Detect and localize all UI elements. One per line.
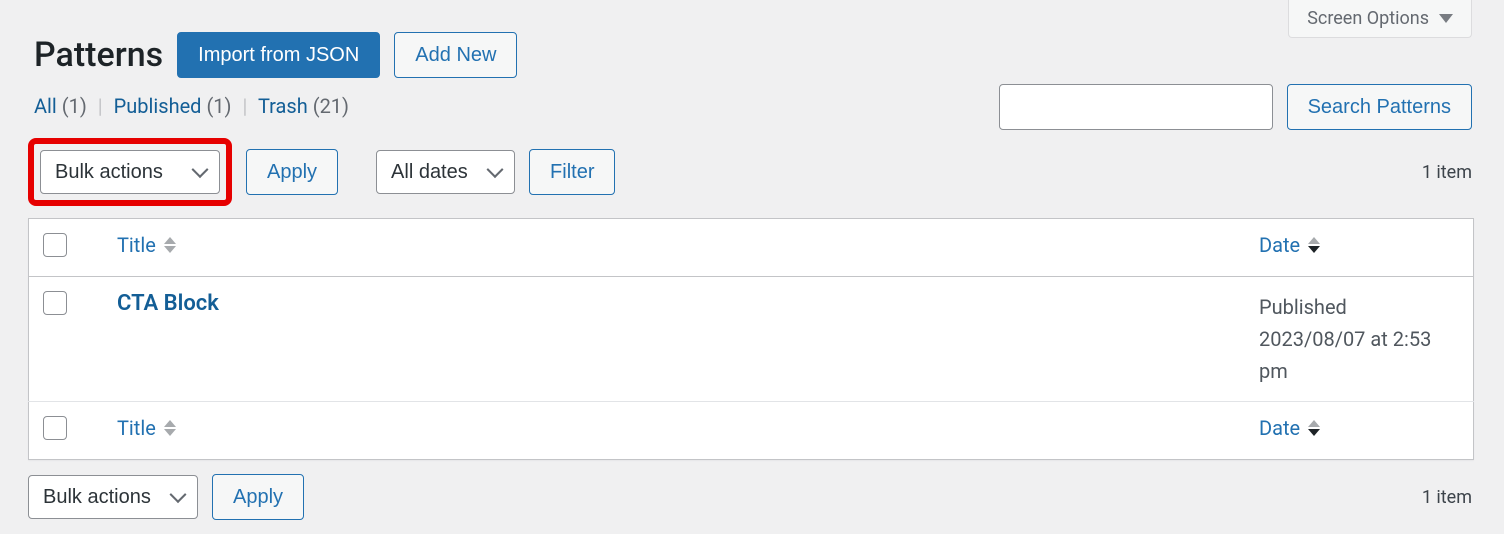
patterns-table: Title Date xyxy=(28,218,1474,460)
row-date-cell: Published 2023/08/07 at 2:53 pm xyxy=(1245,277,1474,402)
screen-options-label: Screen Options xyxy=(1307,8,1429,29)
row-date: 2023/08/07 at 2:53 pm xyxy=(1259,327,1431,383)
sort-icon xyxy=(1308,237,1320,253)
tablenav-bottom: Bulk actions Apply 1 item xyxy=(0,460,1504,534)
column-date-sort[interactable]: Date xyxy=(1259,233,1320,257)
page-title: Patterns xyxy=(34,35,163,75)
filter-trash-count: (21) xyxy=(313,94,349,118)
search-input[interactable] xyxy=(999,84,1273,130)
sort-icon xyxy=(164,420,176,436)
screen-options-button[interactable]: Screen Options xyxy=(1288,0,1472,38)
sort-icon xyxy=(1308,420,1320,436)
sort-icon xyxy=(164,237,176,253)
row-status: Published xyxy=(1259,295,1347,319)
date-filter-select[interactable]: All dates xyxy=(376,150,515,194)
search-button[interactable]: Search Patterns xyxy=(1287,84,1472,130)
filter-trash-link[interactable]: Trash xyxy=(258,94,308,118)
bulk-actions-highlight: Bulk actions xyxy=(28,138,232,206)
item-count-bottom: 1 item xyxy=(1422,487,1472,508)
add-new-button[interactable]: Add New xyxy=(394,32,517,78)
table-row: CTA Block Published 2023/08/07 at 2:53 p… xyxy=(29,277,1474,402)
filter-all-link[interactable]: All xyxy=(34,94,57,118)
apply-bulk-button-bottom[interactable]: Apply xyxy=(212,474,304,520)
column-date-sort-footer[interactable]: Date xyxy=(1259,416,1320,440)
search-area: Search Patterns xyxy=(999,84,1472,130)
select-all-checkbox[interactable] xyxy=(43,233,67,257)
separator: | xyxy=(98,94,103,118)
row-title-link[interactable]: CTA Block xyxy=(117,291,219,316)
bulk-actions-select[interactable]: Bulk actions xyxy=(40,150,220,194)
filter-published-count: (1) xyxy=(206,94,231,118)
bulk-actions-select-bottom[interactable]: Bulk actions xyxy=(28,475,198,519)
row-checkbox[interactable] xyxy=(43,291,67,315)
filter-button[interactable]: Filter xyxy=(529,149,615,195)
separator: | xyxy=(242,94,247,118)
column-title-sort[interactable]: Title xyxy=(117,233,176,257)
filter-all-count: (1) xyxy=(62,94,87,118)
page-header: Patterns Import from JSON Add New xyxy=(0,0,1504,94)
select-all-checkbox-footer[interactable] xyxy=(43,416,67,440)
chevron-down-icon xyxy=(1439,14,1453,23)
filter-published-link[interactable]: Published xyxy=(114,94,202,118)
column-date-label: Date xyxy=(1259,416,1300,440)
column-title-label: Title xyxy=(117,233,156,257)
column-title-label: Title xyxy=(117,416,156,440)
apply-bulk-button[interactable]: Apply xyxy=(246,149,338,195)
column-date-label: Date xyxy=(1259,233,1300,257)
tablenav-top: Bulk actions Apply All dates Filter 1 it… xyxy=(0,132,1504,218)
item-count-top: 1 item xyxy=(1422,162,1472,183)
import-json-button[interactable]: Import from JSON xyxy=(177,32,380,78)
column-title-sort-footer[interactable]: Title xyxy=(117,416,176,440)
